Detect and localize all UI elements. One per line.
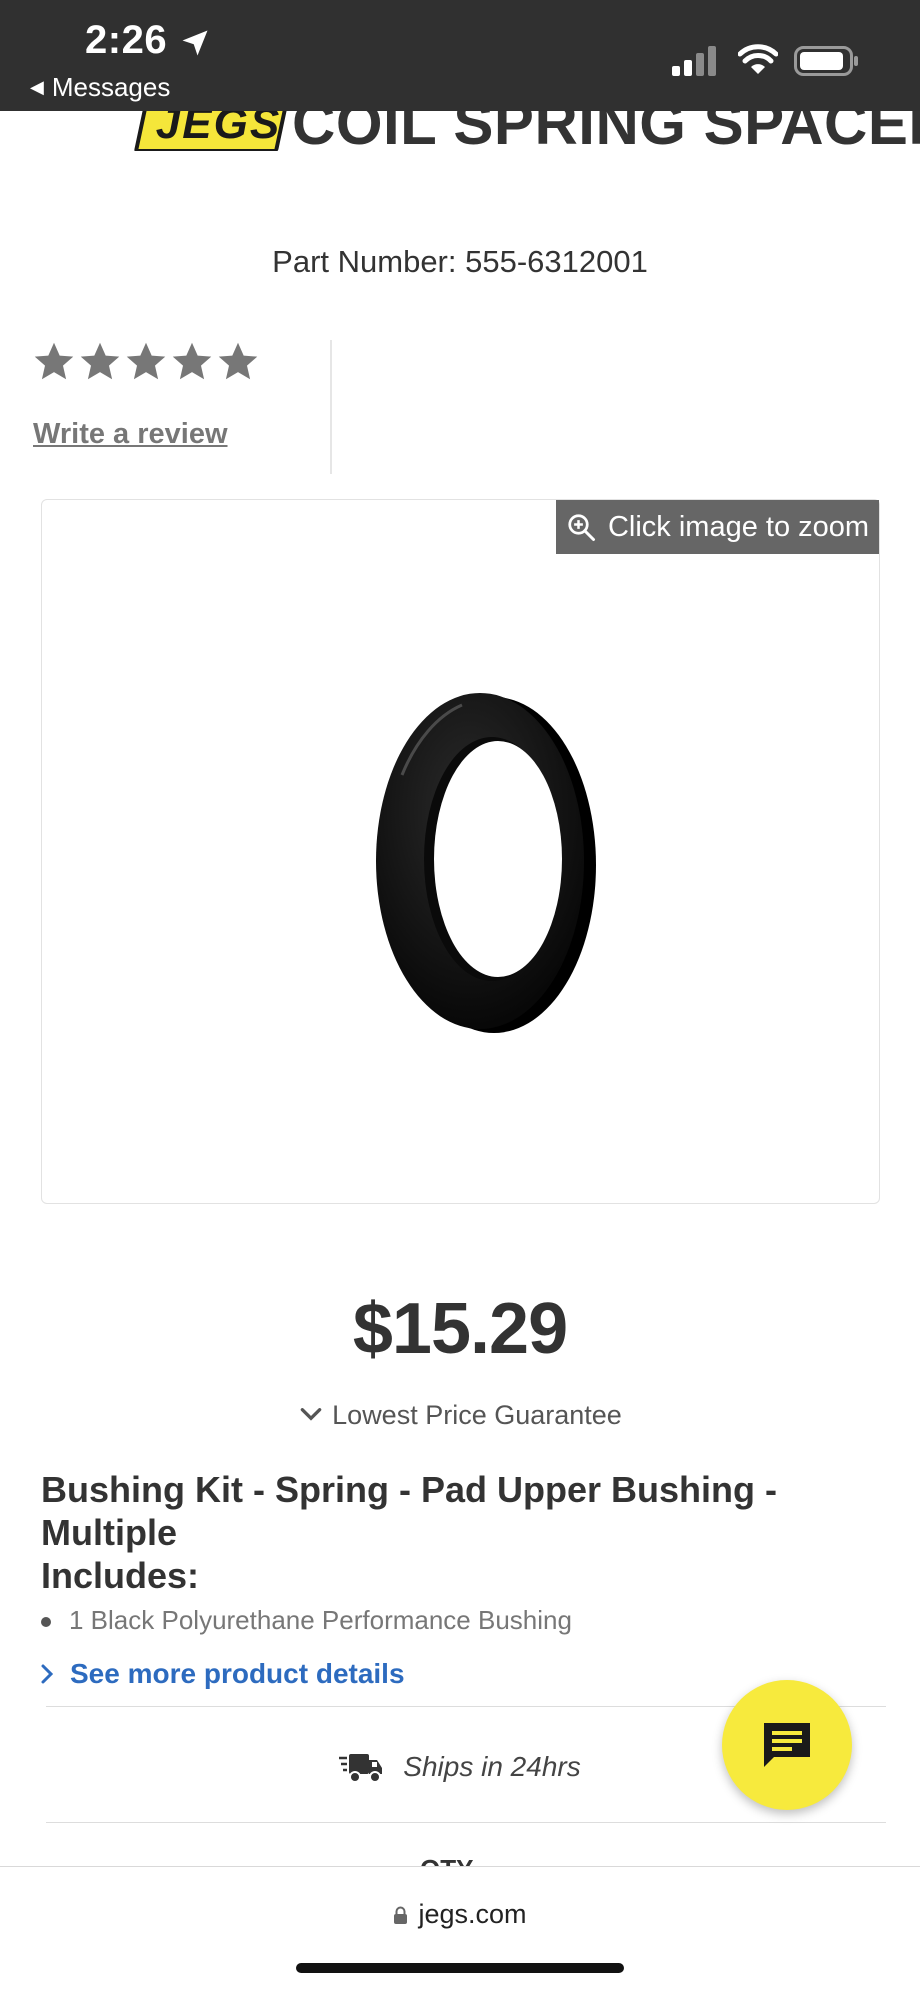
divider: [46, 1822, 886, 1823]
back-triangle-icon: ◀: [30, 77, 44, 97]
chat-message-icon: [764, 1723, 810, 1767]
page-header: JEGS COIL SPRING SPACER: [0, 111, 920, 151]
star-icon: [34, 342, 74, 380]
star-icon: [126, 342, 166, 380]
battery-icon: [794, 46, 858, 76]
write-review-link[interactable]: Write a review: [33, 418, 228, 451]
list-item: 1 Black Polyurethane Performance Bushing: [41, 1605, 572, 1636]
star-icon: [172, 342, 212, 380]
zoom-label: Click image to zoom: [607, 510, 870, 543]
see-more-label: See more product details: [70, 1658, 405, 1689]
ios-status-bar: 2:26 ◀ Messages: [0, 0, 920, 111]
jegs-logo[interactable]: JEGS: [133, 111, 291, 151]
rating-block: Write a review: [32, 340, 260, 450]
product-image-frame[interactable]: Click image to zoom: [41, 499, 880, 1204]
product-image[interactable]: [342, 665, 622, 1045]
price-guarantee-toggle[interactable]: Lowest Price Guarantee: [0, 1400, 920, 1431]
logo-text: JEGS: [155, 111, 282, 148]
shipping-label: Ships in 24hrs: [403, 1751, 581, 1782]
lock-icon: [394, 1906, 408, 1924]
includes-label: Includes:: [41, 1555, 200, 1596]
chat-button[interactable]: [722, 1680, 852, 1810]
rating-stars[interactable]: [32, 340, 260, 384]
part-number: Part Number: 555-6312001: [272, 244, 648, 279]
wifi-icon: [738, 44, 778, 74]
status-time: 2:26: [85, 18, 168, 62]
description-title: Bushing Kit - Spring - Pad Upper Bushing…: [41, 1469, 777, 1553]
price-guarantee-label: Lowest Price Guarantee: [332, 1400, 622, 1430]
address-bar[interactable]: jegs.com: [0, 1899, 920, 1930]
star-icon: [80, 342, 120, 380]
zoom-in-icon: [568, 514, 595, 541]
zoom-button[interactable]: Click image to zoom: [556, 500, 879, 554]
back-to-messages-link[interactable]: ◀ Messages: [30, 72, 170, 103]
fast-delivery-truck-icon: [339, 1754, 383, 1783]
browser-bottom-bar: jegs.com: [0, 1866, 920, 1992]
see-more-details-link[interactable]: See more product details: [38, 1658, 405, 1690]
star-icon: [218, 342, 258, 380]
home-indicator[interactable]: [296, 1963, 624, 1973]
url-text: jegs.com: [418, 1899, 527, 1929]
rating-divider: [330, 340, 332, 474]
signal-bars-icon: [672, 46, 716, 76]
includes-list: 1 Black Polyurethane Performance Bushing: [41, 1605, 572, 1636]
chevron-right-icon: [41, 1664, 54, 1684]
back-label: Messages: [51, 72, 171, 102]
product-description: Bushing Kit - Spring - Pad Upper Bushing…: [41, 1468, 861, 1597]
chevron-down-icon: [300, 1408, 322, 1421]
product-price: $15.29: [352, 1289, 568, 1369]
page-title: COIL SPRING SPACER: [292, 111, 920, 151]
location-arrow-icon: [182, 30, 208, 56]
